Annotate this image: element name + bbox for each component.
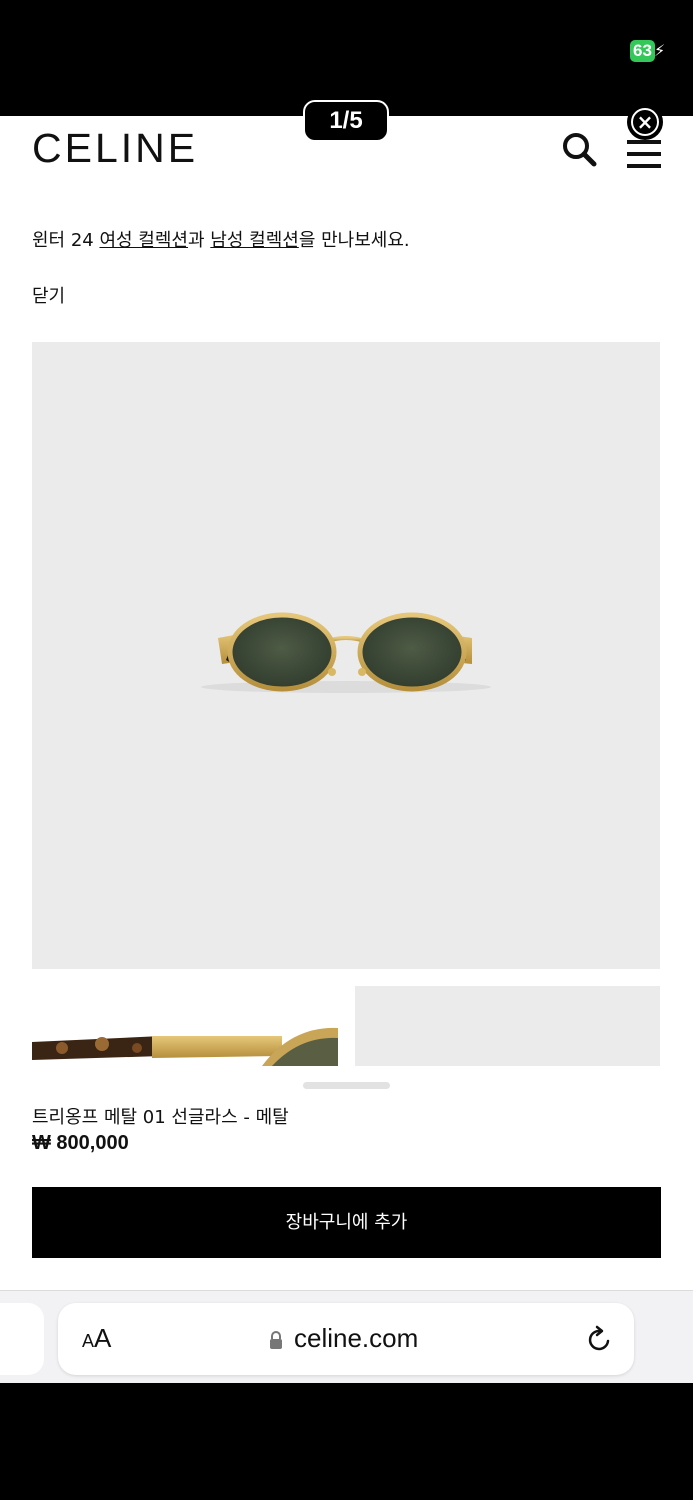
gallery-counter: 1/5 (303, 100, 389, 142)
close-gallery-button[interactable]: × (627, 104, 663, 140)
close-icon: × (631, 108, 659, 136)
promo-suffix: 을 만나보세요. (298, 230, 410, 251)
lock-icon (270, 1331, 282, 1349)
add-to-cart-button[interactable]: 장바구니에 추가 (32, 1187, 661, 1258)
sunglasses-image (201, 612, 491, 693)
celine-logo[interactable]: CELINE (32, 126, 198, 170)
reload-icon[interactable] (584, 1325, 614, 1355)
sheet-handle[interactable] (303, 1082, 390, 1089)
promo-prefix: 윈터 24 (32, 230, 100, 251)
product-price: ₩ 800,000 (32, 1132, 129, 1154)
women-collection-link[interactable]: 여성 컬렉션 (99, 230, 188, 251)
home-indicator-area (0, 1383, 693, 1500)
previous-tab[interactable] (0, 1303, 44, 1375)
product-name: 트리옹프 메탈 01 선글라스 - 메탈 (32, 1107, 289, 1128)
text-size-button[interactable]: AA (82, 1323, 111, 1356)
promo-banner: 윈터 24 여성 컬렉션과 남성 컬렉션을 만나보세요. (32, 228, 410, 254)
men-collection-link[interactable]: 남성 컬렉션 (210, 230, 299, 251)
promo-mid: 과 (188, 230, 211, 251)
product-thumbnail-2[interactable] (355, 986, 660, 1066)
menu-icon[interactable] (627, 140, 661, 168)
search-icon[interactable] (560, 130, 598, 168)
page-content: CELINE 윈터 24 여성 컬렉션과 남성 컬렉션을 만나보세요. 닫기 트… (0, 116, 693, 1290)
thumbnail-image (32, 1027, 338, 1066)
product-main-image[interactable] (32, 342, 660, 969)
browser-toolbar: AA celine.com (0, 1290, 693, 1384)
battery-icon: 63 (630, 40, 655, 62)
url-domain[interactable]: celine.com (294, 1321, 418, 1355)
address-bar[interactable]: AA celine.com (58, 1303, 634, 1375)
bolt-icon: ⚡ (654, 41, 666, 60)
product-thumbnail-1[interactable] (32, 986, 338, 1066)
status-bar: 63 ⚡ (0, 0, 693, 116)
close-banner-link[interactable]: 닫기 (32, 284, 65, 310)
